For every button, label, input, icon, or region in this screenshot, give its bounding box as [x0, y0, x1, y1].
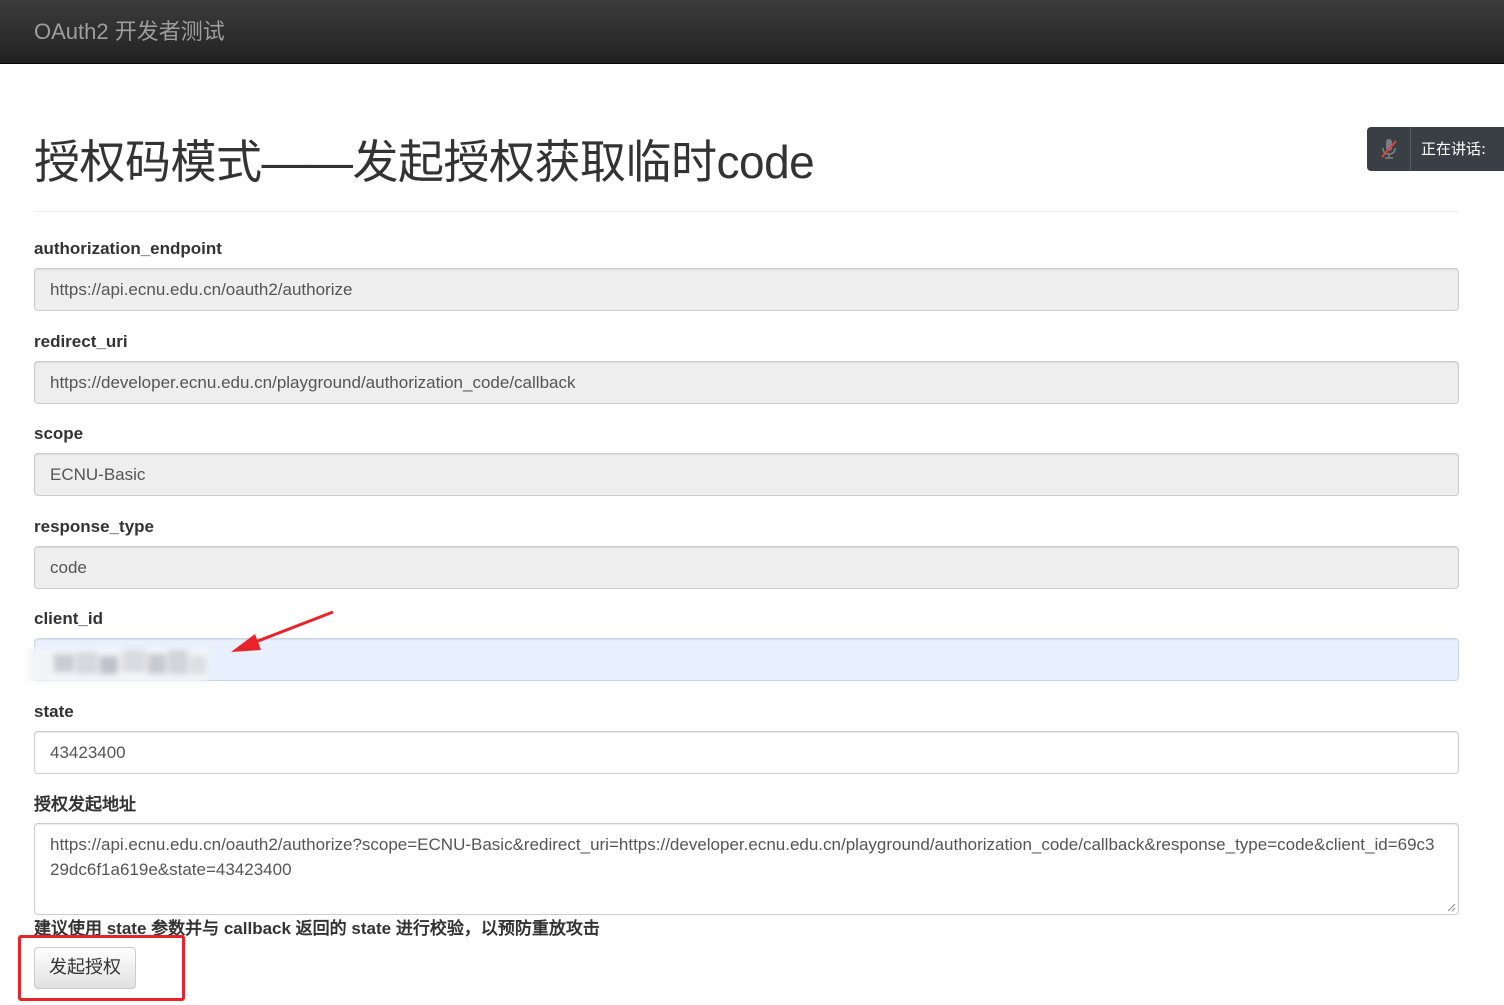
authorization-endpoint-label: authorization_endpoint — [34, 239, 222, 258]
state-label: state — [34, 702, 74, 721]
authorization-endpoint-input[interactable]: https://api.ecnu.edu.cn/oauth2/authorize — [34, 268, 1459, 311]
scope-label: scope — [34, 424, 84, 443]
speaking-label: 正在讲话: — [1421, 140, 1487, 158]
state-input[interactable]: 43423400 — [34, 731, 1459, 774]
scope-input[interactable]: ECNU-Basic — [34, 453, 1459, 496]
client-id-label: client_id — [34, 609, 103, 628]
auth-url-text: https://api.ecnu.edu.cn/oauth2/authorize… — [50, 835, 1435, 879]
page-title: 授权码模式——发起授权获取临时code — [34, 136, 815, 188]
annotation-arrow — [231, 610, 334, 652]
auth-url-label: 授权发起地址 — [34, 795, 136, 814]
redacted-mosaic — [28, 644, 208, 686]
mic-muted-icon[interactable] — [1367, 127, 1411, 171]
auth-url-textarea[interactable]: https://api.ecnu.edu.cn/oauth2/authorize… — [34, 823, 1459, 915]
resize-handle-icon[interactable] — [1446, 902, 1456, 912]
top-navbar: OAuth2 开发者测试 — [0, 0, 1504, 64]
title-divider — [34, 211, 1459, 212]
response-type-input[interactable]: code — [34, 546, 1459, 589]
speaking-indicator[interactable]: 正在讲话: — [1367, 127, 1504, 171]
annotation-highlight-box — [18, 935, 185, 1001]
redirect-uri-label: redirect_uri — [34, 332, 128, 351]
redirect-uri-input[interactable]: https://developer.ecnu.edu.cn/playground… — [34, 361, 1459, 404]
response-type-label: response_type — [34, 517, 154, 536]
navbar-brand[interactable]: OAuth2 开发者测试 — [34, 18, 225, 46]
